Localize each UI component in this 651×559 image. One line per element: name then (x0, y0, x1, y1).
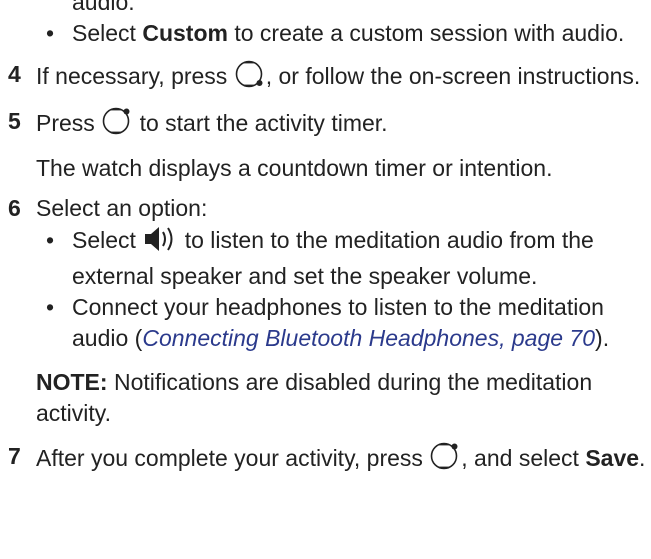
step-5: 5 Press to start the activity timer. (0, 106, 651, 144)
custom-option: Custom (142, 20, 228, 47)
bullet-top-fragment: audio. (72, 0, 135, 15)
bullet-speaker: • Select to listen to the meditation aud… (46, 225, 594, 289)
note-label: NOTE: (36, 368, 108, 395)
upper-right-button-icon (430, 441, 460, 479)
manual-page: audio. • Select Custom to create a custo… (0, 0, 651, 479)
step-7: 7 After you complete your activity, pres… (0, 441, 651, 479)
step-5-result: The watch displays a countdown timer or … (36, 155, 553, 182)
step-number: 7 (8, 443, 21, 470)
bullet-dot: • (46, 226, 55, 253)
step-number: 6 (8, 195, 21, 222)
step-number: 5 (8, 107, 21, 134)
lower-right-button-icon (235, 59, 265, 97)
bluetooth-headphones-link[interactable]: Connecting Bluetooth Headphones, page 70 (142, 325, 595, 351)
upper-right-button-icon (102, 106, 132, 144)
step-4: 4 If necessary, press , or follow the on… (0, 59, 651, 97)
bullet-custom: • Select Custom to create a custom sessi… (0, 18, 651, 49)
note: NOTE: Notifications are disabled during … (36, 368, 593, 426)
save-option: Save (585, 445, 640, 472)
speaker-icon (143, 225, 177, 261)
step-6: 6 Select an option: (0, 193, 651, 224)
step-number: 4 (8, 60, 21, 87)
bullet-dot: • (46, 294, 55, 321)
bullet-headphones: • Connect your headphones to listen to t… (46, 294, 610, 352)
bullet-dot: • (46, 20, 55, 47)
